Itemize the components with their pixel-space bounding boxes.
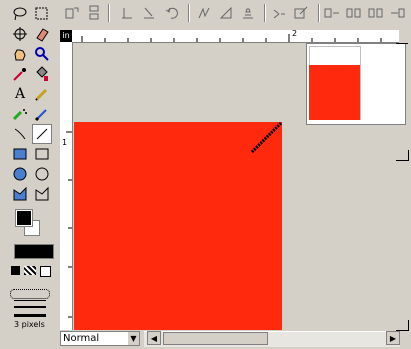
ruler-unit[interactable]: in bbox=[60, 30, 72, 42]
line-width-option[interactable] bbox=[14, 314, 46, 317]
curve-icon[interactable] bbox=[10, 124, 30, 144]
airbrush-icon[interactable] bbox=[10, 104, 30, 124]
foreground-color-swatch[interactable] bbox=[15, 209, 33, 227]
tools-panel: A 3 pixels bbox=[0, 0, 58, 349]
lasso-select-icon[interactable] bbox=[10, 4, 30, 24]
merge-icon[interactable] bbox=[270, 3, 288, 23]
ellipse-icon[interactable] bbox=[32, 164, 52, 184]
filled-polygon-icon[interactable] bbox=[10, 184, 30, 204]
scroll-corner bbox=[396, 320, 409, 331]
polygon-icon[interactable] bbox=[32, 184, 52, 204]
line-width-label: 3 pixels bbox=[14, 320, 45, 329]
rectangle-icon[interactable] bbox=[32, 144, 52, 164]
frame-next-icon[interactable] bbox=[367, 3, 385, 23]
eraser-icon[interactable] bbox=[32, 24, 52, 44]
ruler-label: 1 bbox=[62, 138, 68, 147]
flip-horizontal-icon[interactable] bbox=[118, 3, 136, 23]
ruler-label: 2 bbox=[292, 29, 298, 38]
fill-bucket-icon[interactable] bbox=[32, 64, 52, 84]
thumbnail-canvas bbox=[309, 65, 360, 120]
horizontal-ruler: 2 bbox=[72, 29, 399, 43]
eyedropper-icon[interactable] bbox=[10, 64, 30, 84]
frame-icon[interactable] bbox=[345, 3, 363, 23]
top-toolbar bbox=[0, 0, 411, 28]
zoom-icon[interactable] bbox=[32, 44, 52, 64]
drawing-canvas[interactable] bbox=[74, 122, 282, 330]
move-icon[interactable] bbox=[10, 24, 30, 44]
edit-icon[interactable] bbox=[292, 3, 310, 23]
rotate-icon[interactable] bbox=[163, 3, 181, 23]
pattern-fill-icon[interactable] bbox=[24, 266, 36, 275]
filled-rectangle-icon[interactable] bbox=[10, 144, 30, 164]
brush-icon[interactable] bbox=[32, 104, 52, 124]
line-width-option[interactable] bbox=[14, 300, 46, 301]
no-fill-icon[interactable] bbox=[40, 266, 51, 277]
line-color-bar[interactable] bbox=[14, 244, 54, 259]
horizontal-scroll-thumb[interactable] bbox=[163, 332, 268, 345]
rect-select-icon[interactable] bbox=[32, 4, 52, 24]
layer-icon[interactable] bbox=[239, 3, 257, 23]
solid-fill-icon[interactable] bbox=[11, 266, 20, 275]
frame-last-icon[interactable] bbox=[389, 3, 407, 23]
select-all-icon[interactable] bbox=[63, 3, 81, 23]
chevron-down-icon[interactable]: ▼ bbox=[128, 332, 139, 345]
filled-ellipse-icon[interactable] bbox=[10, 164, 30, 184]
vertical-ruler: 1 bbox=[60, 42, 73, 330]
line-icon[interactable] bbox=[32, 124, 52, 144]
scroll-left-button[interactable]: ◀ bbox=[147, 331, 161, 345]
vertical-scroll-thumb[interactable] bbox=[396, 150, 409, 161]
filter-icon[interactable] bbox=[217, 3, 235, 23]
scroll-right-button[interactable]: ▶ bbox=[386, 331, 400, 345]
flip-vertical-icon[interactable] bbox=[140, 3, 158, 23]
crop-icon[interactable] bbox=[85, 3, 103, 23]
vertical-scrollbar[interactable] bbox=[396, 43, 408, 49]
line-width-option[interactable] bbox=[14, 306, 46, 308]
frame-prev-icon[interactable] bbox=[323, 3, 341, 23]
text-icon[interactable]: A bbox=[10, 84, 30, 104]
effects-icon[interactable] bbox=[195, 3, 213, 23]
pencil-icon[interactable] bbox=[32, 84, 52, 104]
line-width-option[interactable] bbox=[10, 289, 50, 299]
hand-icon[interactable] bbox=[10, 44, 30, 64]
